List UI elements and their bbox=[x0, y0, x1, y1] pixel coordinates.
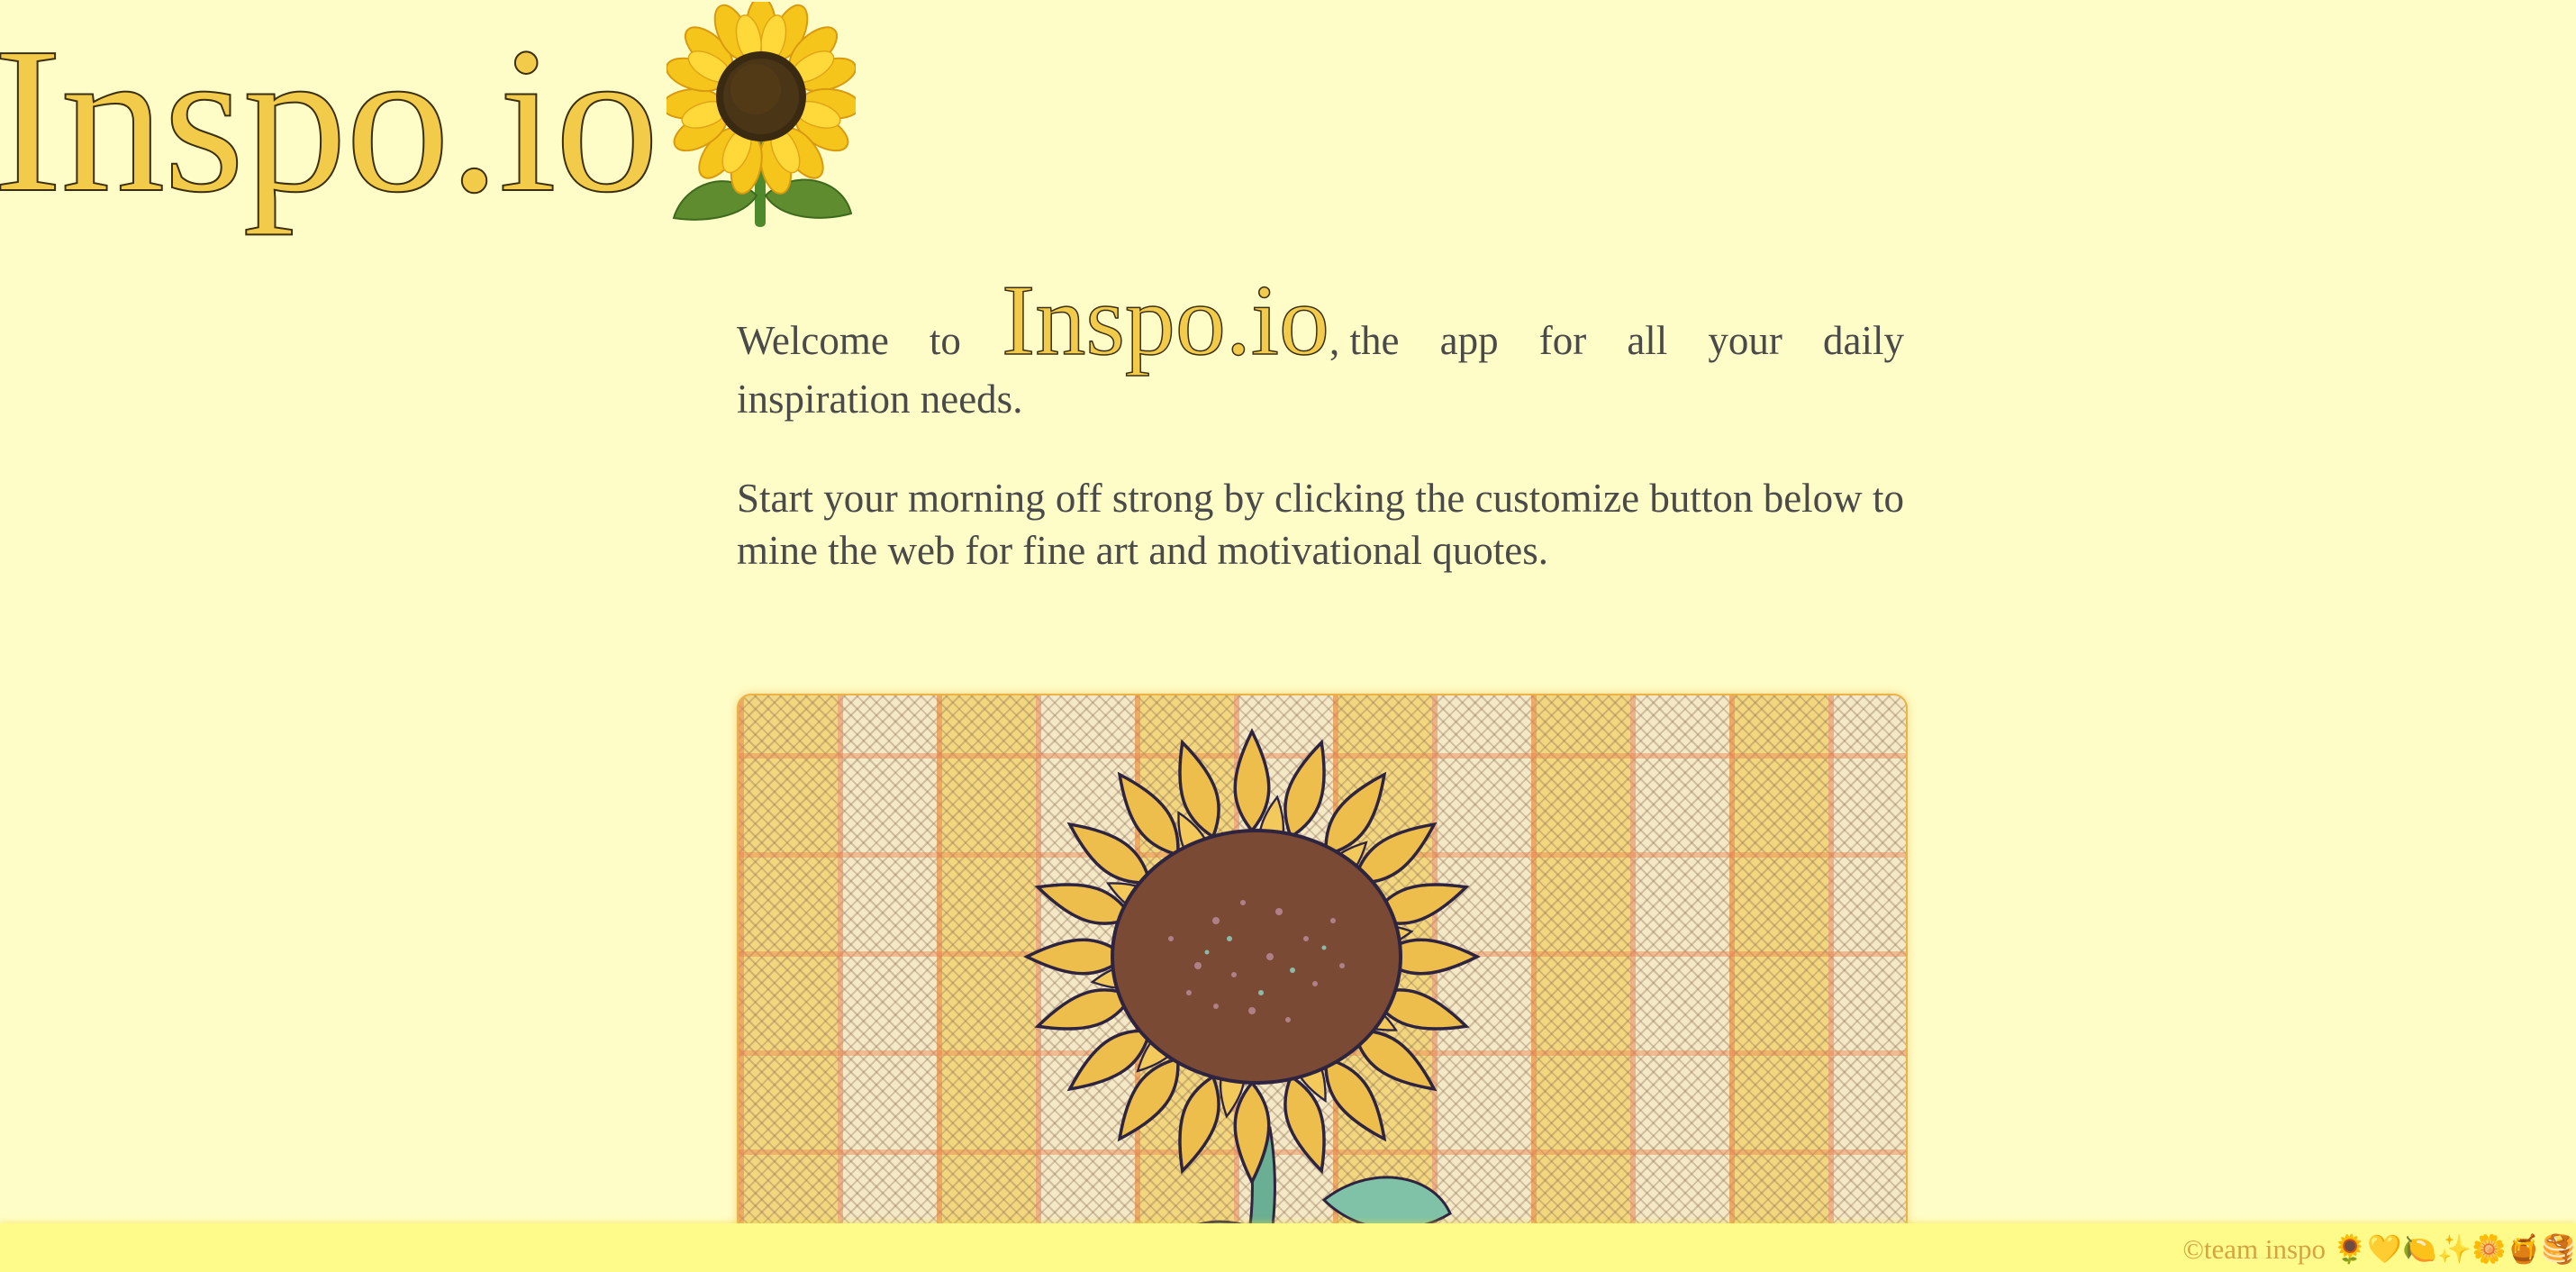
sunflower-icon bbox=[667, 2, 856, 227]
site-logo[interactable]: Inspo.io bbox=[0, 15, 660, 226]
welcome-paragraph: Welcome to Inspo.io, the app for all you… bbox=[737, 265, 1904, 425]
inline-brand-logo: Inspo.io bbox=[1001, 265, 1330, 377]
welcome-word: your bbox=[1708, 318, 1782, 363]
welcome-word: Welcome bbox=[737, 318, 889, 363]
welcome-line-1: Welcome to Inspo.io, the app for all you… bbox=[737, 265, 1904, 377]
site-footer: ©team inspo 🌻💛🍋✨🌼🍯🥞 bbox=[0, 1223, 2576, 1272]
inspiration-art-card bbox=[737, 694, 1908, 1256]
footer-credit: ©team inspo 🌻💛🍋✨🌼🍯🥞 bbox=[2182, 1233, 2576, 1265]
sunflower-artwork bbox=[1023, 728, 1481, 1254]
welcome-word: all bbox=[1627, 318, 1668, 363]
welcome-line-2: inspiration needs. bbox=[737, 377, 1023, 422]
page: Inspo.io Welcome to Inspo.io , the app f… bbox=[0, 0, 2576, 1272]
site-header: Inspo.io bbox=[0, 0, 856, 234]
instructions-paragraph: Start your morning off strong by clickin… bbox=[737, 476, 1904, 573]
welcome-word: for bbox=[1538, 318, 1587, 363]
intro-section: Welcome to Inspo.io, the app for all you… bbox=[737, 265, 1904, 577]
welcome-word: app bbox=[1439, 318, 1499, 363]
welcome-word: , the bbox=[1329, 318, 1400, 363]
welcome-word: to bbox=[929, 318, 961, 363]
welcome-word: daily bbox=[1823, 318, 1904, 363]
